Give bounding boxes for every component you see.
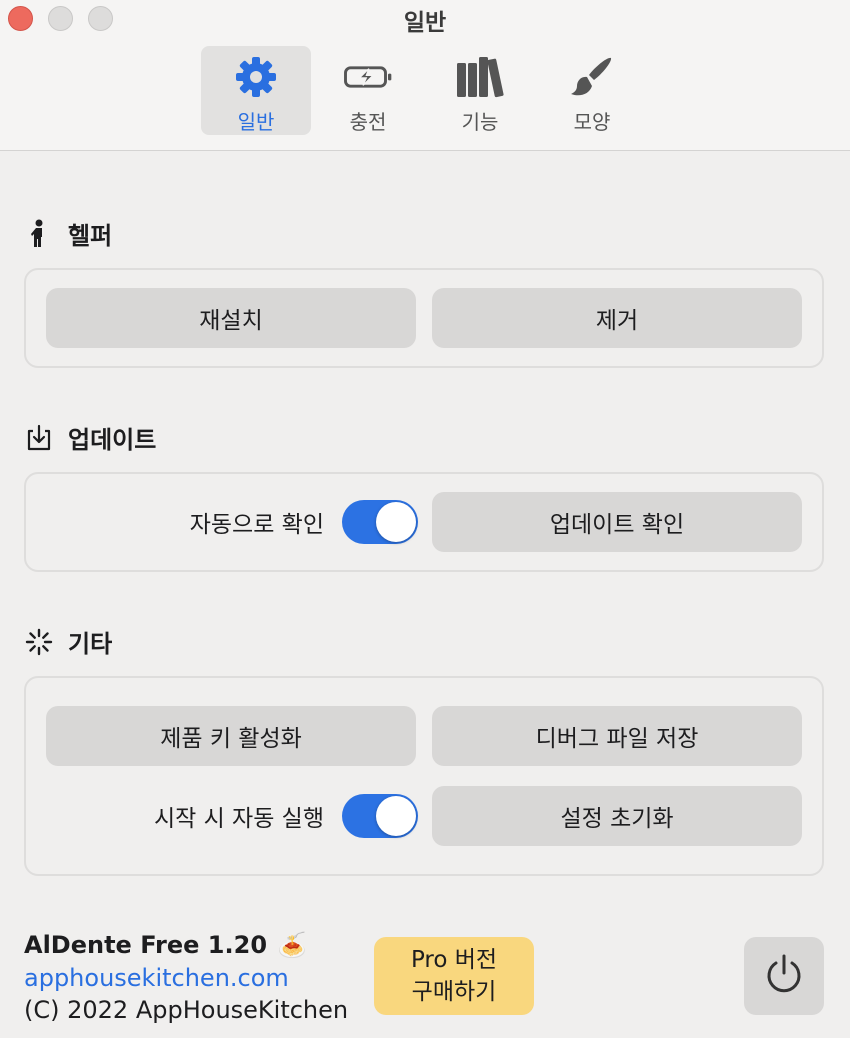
launch-at-login-toggle[interactable]	[342, 794, 418, 838]
paintbrush-icon	[567, 54, 617, 100]
books-icon	[455, 54, 505, 100]
launch-at-login-row: 시작 시 자동 실행	[48, 786, 418, 846]
update-section-header: 업데이트	[24, 420, 156, 455]
update-title: 업데이트	[68, 426, 157, 454]
app-name: AlDente Free 1.20	[24, 931, 268, 959]
quit-button[interactable]	[744, 937, 824, 1015]
launch-at-login-label: 시작 시 자동 실행	[153, 806, 324, 832]
check-update-button[interactable]: 업데이트 확인	[432, 492, 802, 552]
battery-charging-icon	[343, 54, 393, 100]
helper-title: 헬퍼	[68, 222, 113, 250]
spaghetti-icon: 🍝	[277, 931, 307, 959]
auto-check-row: 자동으로 확인	[48, 492, 418, 552]
preferences-window: 일반 일반 충전 기능 모양 헬퍼 재설치 제거 업데이트 자동으로 확인 업데…	[0, 0, 850, 1038]
tab-label: 일반	[237, 110, 275, 134]
spinner-icon	[24, 627, 54, 657]
other-title: 기타	[68, 630, 113, 658]
auto-check-label: 자동으로 확인	[189, 512, 324, 538]
other-section-header: 기타	[24, 624, 112, 659]
website-link[interactable]: apphousekitchen.com	[24, 962, 348, 994]
tab-label: 기능	[461, 110, 499, 134]
update-group: 자동으로 확인 업데이트 확인	[24, 472, 824, 572]
toggle-knob	[376, 796, 416, 836]
gear-icon	[231, 54, 281, 100]
tab-charging[interactable]: 충전	[313, 46, 423, 135]
save-debug-file-button[interactable]: 디버그 파일 저장	[432, 706, 802, 766]
app-name-row: AlDente Free 1.20 🍝	[24, 928, 348, 962]
helper-group: 재설치 제거	[24, 268, 824, 368]
remove-helper-button[interactable]: 제거	[432, 288, 802, 348]
activate-product-key-button[interactable]: 제품 키 활성화	[46, 706, 416, 766]
buy-pro-button[interactable]: Pro 버전 구매하기	[374, 937, 534, 1015]
tab-bar: 일반 충전 기능 모양	[201, 46, 647, 135]
pro-button-line1: Pro 버전	[410, 947, 498, 973]
reset-settings-button[interactable]: 설정 초기화	[432, 786, 802, 846]
pro-button-line2: 구매하기	[411, 979, 497, 1005]
tab-label: 모양	[573, 110, 611, 134]
helper-section-header: 헬퍼	[24, 216, 112, 251]
tab-features[interactable]: 기능	[425, 46, 535, 135]
toolbar: 일반 일반 충전 기능 모양	[0, 0, 850, 151]
tab-label: 충전	[349, 110, 387, 134]
toggle-knob	[376, 502, 416, 542]
reinstall-helper-button[interactable]: 재설치	[46, 288, 416, 348]
auto-check-toggle[interactable]	[342, 500, 418, 544]
app-info: AlDente Free 1.20 🍝 apphousekitchen.com …	[24, 928, 348, 1026]
download-tray-icon	[24, 423, 54, 453]
copyright-text: (C) 2022 AppHouseKitchen	[24, 996, 349, 1024]
tab-appearance[interactable]: 모양	[537, 46, 647, 135]
window-title: 일반	[403, 10, 447, 36]
other-group: 제품 키 활성화 디버그 파일 저장 시작 시 자동 실행 설정 초기화	[24, 676, 824, 876]
power-icon	[762, 952, 806, 1000]
tab-general[interactable]: 일반	[201, 46, 311, 135]
person-walking-icon	[24, 219, 54, 249]
